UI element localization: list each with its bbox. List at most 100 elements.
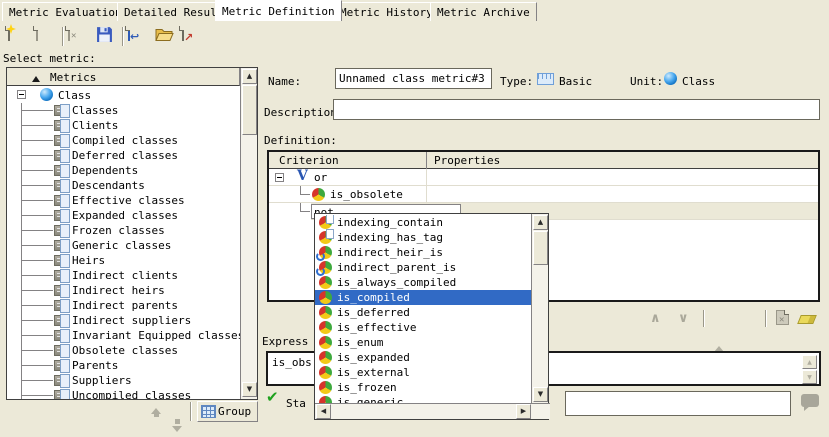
or-criterion-button[interactable] (678, 311, 689, 326)
list-item[interactable]: is_compiled (315, 290, 532, 305)
tree-column-header[interactable]: Metrics (7, 68, 240, 86)
tree-item[interactable]: Dependents (7, 163, 240, 178)
tree-item[interactable]: Descendants (7, 178, 240, 193)
tree-item[interactable]: Frozen classes (7, 223, 240, 238)
criterion-list: indexing_contain indexing_has_tag indire… (315, 215, 532, 404)
dropdown-vertical-scrollbar[interactable] (531, 214, 548, 404)
pie-icon (319, 261, 332, 274)
tree-item[interactable]: Indirect clients (7, 268, 240, 283)
tree-item[interactable]: Generic classes (7, 238, 240, 253)
list-item[interactable]: indexing_has_tag (315, 230, 532, 245)
list-item[interactable]: indirect_parent_is (315, 260, 532, 275)
metric-icon (54, 225, 69, 236)
criterion-dropdown: indexing_contain indexing_has_tag indire… (314, 213, 549, 420)
reload-metrics-button[interactable] (128, 26, 149, 47)
tab-metric-archive[interactable]: Metric Archive (430, 2, 537, 21)
scroll-up-button[interactable] (242, 69, 257, 84)
tree-item[interactable]: Heirs (7, 253, 240, 268)
scroll-right-button[interactable] (516, 404, 531, 419)
delete-metric-button[interactable] (68, 26, 89, 47)
tree-scrollbar[interactable] (240, 68, 257, 399)
tab-metric-evaluation[interactable]: Metric Evaluation (2, 2, 129, 21)
type-value: Basic (559, 74, 592, 89)
metric-icon (54, 150, 69, 161)
pie-icon (319, 216, 332, 229)
scroll-down-button[interactable] (533, 387, 548, 402)
criterion-row-or[interactable]: or (269, 169, 818, 186)
metric-icon (54, 240, 69, 251)
tree-item[interactable]: Obsolete classes (7, 343, 240, 358)
criterion-icon (312, 188, 325, 201)
scrollbar-thumb[interactable] (533, 231, 548, 265)
list-item[interactable]: indexing_contain (315, 215, 532, 230)
tree-item[interactable]: Invariant Equipped classes (7, 328, 240, 343)
tab-metric-definition[interactable]: Metric Definition (215, 0, 342, 21)
name-input[interactable] (335, 68, 492, 89)
collapse-icon[interactable] (275, 173, 284, 182)
collapse-icon[interactable] (17, 90, 26, 99)
scroll-up-button[interactable] (802, 355, 817, 369)
tree-item[interactable]: Deferred classes (7, 148, 240, 163)
tree-item[interactable]: Clients (7, 118, 240, 133)
metric-icon (54, 375, 69, 386)
dropdown-horizontal-scrollbar[interactable] (315, 403, 550, 419)
metric-icon (54, 345, 69, 356)
new-metric-button[interactable] (8, 26, 29, 47)
tab-metric-history[interactable]: Metric History (333, 2, 440, 21)
tree-item[interactable]: Suppliers (7, 373, 240, 388)
scroll-down-button[interactable] (802, 370, 817, 384)
list-item[interactable]: is_always_compiled (315, 275, 532, 290)
open-folder-icon (155, 26, 174, 43)
and-criterion-button[interactable] (650, 311, 661, 326)
tree-item[interactable]: Uncompiled classes (7, 388, 240, 399)
tree-item[interactable]: Classes (7, 103, 240, 118)
metric-icon (54, 315, 69, 326)
list-item[interactable]: is_frozen (315, 380, 532, 395)
expression-text: is_obs (272, 355, 312, 370)
column-divider[interactable] (426, 152, 427, 169)
metric-icon (54, 360, 69, 371)
delete-metric-icon (68, 26, 70, 41)
tree-item[interactable]: Indirect suppliers (7, 313, 240, 328)
group-button[interactable]: Group (197, 401, 258, 422)
tree-item[interactable]: Compiled classes (7, 133, 240, 148)
metric-icon (54, 390, 69, 399)
status-ok-icon (266, 390, 279, 406)
tree-item[interactable]: Expanded classes (7, 208, 240, 223)
list-item[interactable]: is_external (315, 365, 532, 380)
unit-label: Unit: (630, 74, 663, 89)
scroll-left-button[interactable] (316, 404, 331, 419)
list-item[interactable]: indirect_heir_is (315, 245, 532, 260)
description-input[interactable] (333, 99, 820, 120)
sort-ascending-icon (32, 72, 40, 82)
status-input[interactable] (565, 391, 791, 416)
tree-item[interactable]: Effective classes (7, 193, 240, 208)
properties-column-header: Properties (434, 153, 500, 168)
move-metric-up-button[interactable] (149, 403, 164, 418)
tab-detailed-result[interactable]: Detailed Result (117, 2, 230, 21)
erase-criterion-button[interactable] (797, 315, 817, 324)
tab-bar: Metric Evaluation Detailed Result Metric… (0, 0, 829, 21)
copy-metric-button[interactable] (36, 26, 57, 47)
tree-item-class[interactable]: Class (7, 87, 240, 103)
delete-criterion-button[interactable] (776, 310, 789, 325)
list-item[interactable]: is_expanded (315, 350, 532, 365)
list-item[interactable]: is_enum (315, 335, 532, 350)
export-metric-button[interactable] (182, 26, 203, 47)
scrollbar-thumb[interactable] (242, 85, 257, 135)
tree-header-label: Metrics (50, 71, 96, 84)
scroll-up-button[interactable] (533, 215, 548, 230)
tree-item[interactable]: Parents (7, 358, 240, 373)
list-item[interactable]: is_deferred (315, 305, 532, 320)
tree-item[interactable]: Indirect parents (7, 298, 240, 313)
scroll-down-button[interactable] (242, 382, 257, 397)
save-metric-button[interactable] (96, 26, 117, 47)
metric-icon (54, 165, 69, 176)
separator (190, 402, 191, 421)
open-folder-button[interactable] (155, 26, 176, 47)
or-operator-icon (297, 169, 308, 184)
grid-header[interactable]: Criterion Properties (269, 152, 818, 169)
criterion-row-is-obsolete[interactable]: is_obsolete (269, 186, 818, 203)
tree-item[interactable]: Indirect heirs (7, 283, 240, 298)
list-item[interactable]: is_effective (315, 320, 532, 335)
